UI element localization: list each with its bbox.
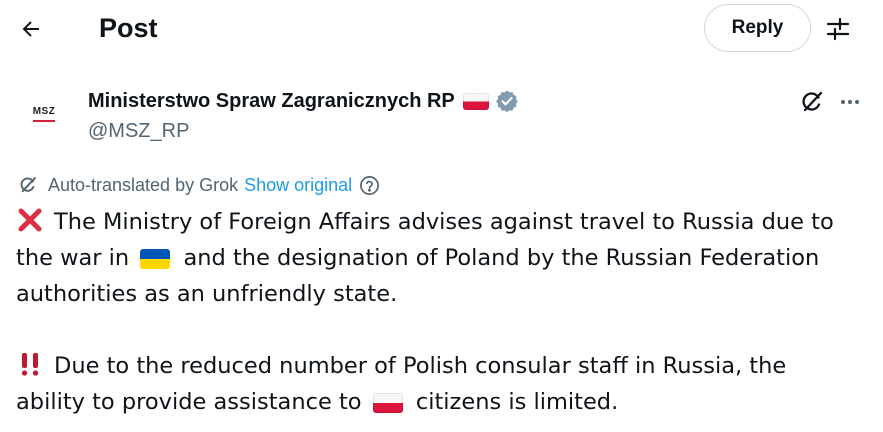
cross-mark-icon xyxy=(18,208,42,232)
reply-button[interactable]: Reply xyxy=(704,4,811,52)
more-dots-icon xyxy=(841,100,859,104)
post-text-line: and the designation of Poland by the Rus… xyxy=(183,245,820,271)
avatar[interactable]: MSZ xyxy=(14,84,74,144)
sliders-icon xyxy=(826,17,850,41)
grok-icon xyxy=(802,91,823,112)
post-text-line: ability to provide assistance to xyxy=(16,389,362,415)
back-button[interactable] xyxy=(12,10,50,48)
post-text-line: citizens is limited. xyxy=(415,389,619,415)
grok-small-icon xyxy=(18,175,38,195)
question-circle-icon[interactable] xyxy=(359,175,380,196)
post-text-line: The Ministry of Foreign Affairs advises … xyxy=(54,209,834,235)
post-line: The Ministry of Foreign Affairs advises … xyxy=(16,204,876,240)
double-exclamation-icon xyxy=(21,353,39,376)
arrow-left-icon xyxy=(22,21,39,37)
avatar-logo-bar xyxy=(33,120,55,122)
avatar-logo-text: MSZ xyxy=(32,106,56,117)
post-text: The Ministry of Foreign Affairs advises … xyxy=(16,204,876,420)
post-line: ability to provide assistance to citizen… xyxy=(16,384,876,420)
poland-flag-icon xyxy=(462,92,489,110)
settings-button[interactable] xyxy=(818,10,858,48)
top-bar: Post Reply xyxy=(0,0,883,58)
post-text-line: Due to the reduced number of Polish cons… xyxy=(54,353,787,379)
show-original-link[interactable]: Show original xyxy=(244,173,352,197)
verified-badge-icon xyxy=(495,90,518,113)
post-text-line: authorities as an unfriendly state. xyxy=(16,281,398,307)
more-options-button[interactable] xyxy=(834,86,866,118)
author-name-text: Ministerstwo Spraw Zagranicznych RP xyxy=(88,90,455,112)
author-handle[interactable]: @MSZ_RP xyxy=(88,118,189,144)
poland-flag-icon xyxy=(372,392,403,413)
grok-button[interactable] xyxy=(796,86,828,118)
post-text-line: the war in xyxy=(16,245,130,271)
post-line: authorities as an unfriendly state. xyxy=(16,276,876,312)
post-line: the war in and the designation of Poland… xyxy=(16,240,876,276)
translation-label: Auto-translated by Grok xyxy=(48,175,239,195)
post-line: Due to the reduced number of Polish cons… xyxy=(16,348,876,384)
ukraine-flag-icon xyxy=(140,248,171,269)
author-name[interactable]: Ministerstwo Spraw Zagranicznych RP xyxy=(88,88,519,114)
translation-notice: Auto-translated by Grok Show original xyxy=(18,173,380,197)
page-title: Post xyxy=(99,13,158,43)
